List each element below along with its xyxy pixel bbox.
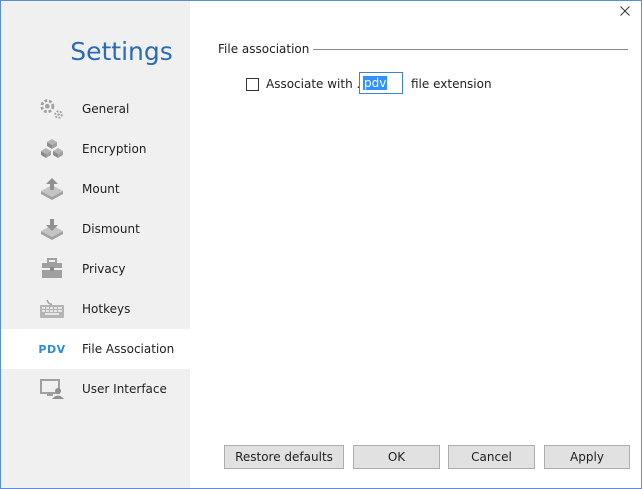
briefcase-icon: [39, 257, 65, 281]
sidebar-nav: General Encryption Mount Dismount Privac…: [1, 89, 190, 409]
extension-value: pdv: [363, 76, 388, 90]
close-icon: [620, 6, 630, 16]
sidebar-item-label: General: [82, 102, 130, 116]
sidebar-item-label: Privacy: [82, 262, 126, 276]
settings-window: Settings General Encryption Mount Dismou…: [0, 0, 642, 489]
user-interface-icon: [39, 377, 65, 401]
group-title: File association: [218, 42, 310, 56]
restore-defaults-button[interactable]: Restore defaults: [224, 445, 344, 469]
sidebar-item-encryption[interactable]: Encryption: [1, 129, 190, 169]
sidebar-item-label: Dismount: [82, 222, 140, 236]
mount-icon: [39, 177, 65, 201]
ok-button[interactable]: OK: [353, 445, 440, 469]
page-title: Settings: [70, 37, 173, 66]
extension-suffix-label: file extension: [411, 77, 492, 91]
sidebar-item-label: User Interface: [82, 382, 167, 396]
sidebar-item-file-association[interactable]: PDV File Association: [1, 329, 190, 369]
close-button[interactable]: [617, 3, 633, 19]
pdv-icon: PDV: [38, 337, 66, 361]
associate-label: Associate with .: [266, 77, 361, 91]
sidebar-item-label: File Association: [82, 342, 175, 356]
keyboard-icon: [39, 297, 65, 321]
sidebar-item-user-interface[interactable]: User Interface: [1, 369, 190, 409]
extension-input[interactable]: pdv: [359, 72, 403, 94]
gears-icon: [39, 97, 65, 121]
associate-checkbox[interactable]: [246, 78, 259, 91]
group-divider: [313, 49, 628, 50]
dismount-icon: [39, 217, 65, 241]
sidebar-item-label: Encryption: [82, 142, 147, 156]
sidebar-item-label: Mount: [82, 182, 120, 196]
sidebar: Settings General Encryption Mount Dismou…: [1, 1, 190, 488]
sidebar-item-privacy[interactable]: Privacy: [1, 249, 190, 289]
cancel-button[interactable]: Cancel: [448, 445, 535, 469]
sidebar-item-mount[interactable]: Mount: [1, 169, 190, 209]
cubes-icon: [39, 137, 65, 161]
sidebar-item-general[interactable]: General: [1, 89, 190, 129]
sidebar-item-label: Hotkeys: [82, 302, 131, 316]
sidebar-item-hotkeys[interactable]: Hotkeys: [1, 289, 190, 329]
pdv-icon-text: PDV: [38, 342, 66, 356]
apply-button[interactable]: Apply: [544, 445, 630, 469]
sidebar-item-dismount[interactable]: Dismount: [1, 209, 190, 249]
